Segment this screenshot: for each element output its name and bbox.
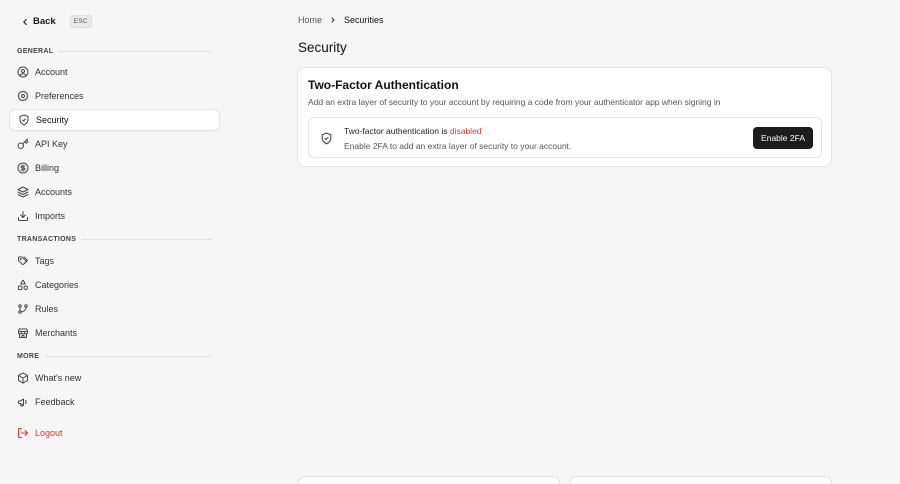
- section-label: MORE: [17, 353, 40, 360]
- two-factor-status-description: Enable 2FA to add an extra layer of secu…: [344, 141, 572, 151]
- sidebar-item-label: Security: [36, 115, 69, 125]
- sidebar-item-label: API Key: [35, 139, 68, 149]
- sidebar-item-account[interactable]: Account: [9, 61, 220, 83]
- sidebar-item-categories[interactable]: Categories: [9, 274, 220, 296]
- breadcrumb-current: Securities: [344, 15, 384, 25]
- divider: [45, 356, 212, 357]
- dollar-circle-icon: [17, 162, 29, 174]
- sidebar-item-label: Feedback: [35, 397, 75, 407]
- sidebar-item-label: Merchants: [35, 328, 78, 338]
- section-label: GENERAL: [17, 48, 54, 55]
- sidebar-item-label: Rules: [35, 304, 59, 314]
- sidebar-item-label: Categories: [35, 280, 79, 290]
- shield-check-icon: [18, 114, 30, 126]
- sidebar-item-whats-new[interactable]: What's new: [9, 367, 220, 389]
- sidebar-item-billing[interactable]: Billing: [9, 157, 220, 179]
- section-header-transactions: TRANSACTIONS: [17, 236, 212, 243]
- shield-check-icon: [320, 132, 333, 145]
- two-factor-description: Add an extra layer of security to your a…: [308, 97, 721, 107]
- layers-icon: [17, 186, 29, 198]
- esc-shortcut-badge: ESC: [69, 15, 92, 28]
- sidebar-item-label: Tags: [35, 256, 55, 266]
- sidebar-item-label: Preferences: [35, 91, 84, 101]
- two-factor-status: Two-factor authentication is disabled: [344, 126, 482, 136]
- sidebar-item-api-key[interactable]: API Key: [9, 133, 220, 155]
- section-header-more: MORE: [17, 353, 212, 360]
- sidebar-item-logout[interactable]: Logout: [9, 422, 220, 444]
- chevron-left-icon: [20, 17, 30, 27]
- back-row: Back ESC: [20, 15, 92, 28]
- bottom-card-left: [298, 476, 560, 484]
- sidebar-item-rules[interactable]: Rules: [9, 298, 220, 320]
- download-icon: [17, 210, 29, 222]
- box-icon: [17, 372, 29, 384]
- bottom-card-right: [569, 476, 832, 484]
- two-factor-card: Two-Factor Authentication Add an extra l…: [297, 67, 832, 167]
- sidebar-item-label: Account: [35, 67, 68, 77]
- sidebar-item-accounts[interactable]: Accounts: [9, 181, 220, 203]
- sidebar-item-tags[interactable]: Tags: [9, 250, 220, 272]
- sidebar-item-label: Logout: [35, 428, 63, 438]
- two-factor-status-panel: Two-factor authentication is disabled En…: [308, 117, 822, 158]
- git-branch-icon: [17, 303, 29, 315]
- sidebar-item-preferences[interactable]: Preferences: [9, 85, 220, 107]
- store-icon: [17, 327, 29, 339]
- logout-icon: [17, 427, 29, 439]
- sidebar-item-label: What's new: [35, 373, 82, 383]
- two-factor-title: Two-Factor Authentication: [308, 78, 459, 92]
- sidebar-item-merchants[interactable]: Merchants: [9, 322, 220, 344]
- chevron-right-icon: [329, 16, 337, 24]
- section-label: TRANSACTIONS: [17, 236, 77, 243]
- sidebar-item-imports[interactable]: Imports: [9, 205, 220, 227]
- sidebar-item-feedback[interactable]: Feedback: [9, 391, 220, 413]
- sidebar-item-label: Imports: [35, 211, 66, 221]
- page-title: Security: [298, 40, 347, 55]
- megaphone-icon: [17, 396, 29, 408]
- divider: [59, 51, 212, 52]
- section-header-general: GENERAL: [17, 48, 212, 55]
- tags-icon: [17, 255, 29, 267]
- user-circle-icon: [17, 66, 29, 78]
- key-icon: [17, 138, 29, 150]
- sidebar-item-label: Billing: [35, 163, 60, 173]
- breadcrumb: Home Securities: [298, 15, 384, 25]
- divider: [82, 239, 212, 240]
- sidebar-item-label: Accounts: [35, 187, 73, 197]
- status-badge: disabled: [449, 126, 482, 136]
- breadcrumb-home-link[interactable]: Home: [298, 15, 322, 25]
- shapes-icon: [17, 279, 29, 291]
- sidebar-item-security[interactable]: Security: [9, 109, 220, 131]
- gear-icon: [17, 90, 29, 102]
- enable-2fa-button[interactable]: Enable 2FA: [753, 127, 813, 149]
- back-label: Back: [33, 16, 56, 27]
- back-button[interactable]: Back: [20, 16, 56, 27]
- sidebar: Back ESC GENERAL Account Preferences Sec…: [0, 0, 230, 484]
- two-factor-status-prefix: Two-factor authentication is: [344, 126, 448, 136]
